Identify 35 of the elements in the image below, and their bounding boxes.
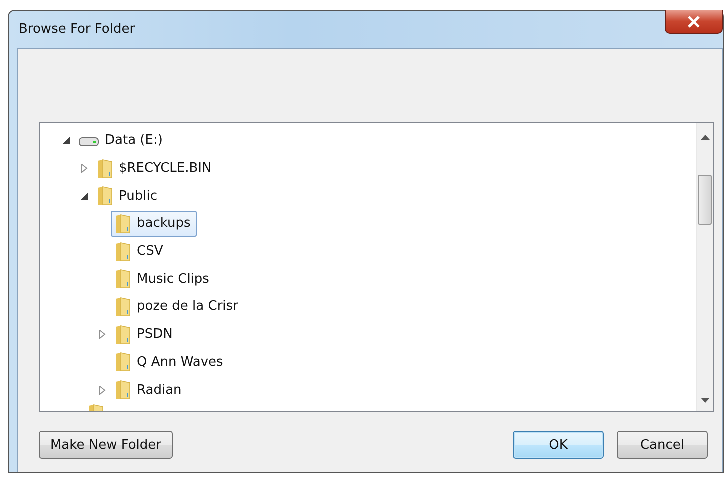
tree-item[interactable]: Q Ann Waves [111,349,230,376]
folder-icon [115,269,131,290]
window-title: Browse For Folder [19,22,136,37]
expand-arrow-icon[interactable] [98,386,107,395]
make-new-folder-button[interactable]: Make New Folder [39,431,173,459]
tree-item[interactable]: PSDN [111,322,179,348]
folder-icon [115,324,131,345]
tree-item[interactable]: Radian [111,377,188,404]
folder-icon [115,296,131,317]
expand-arrow-icon[interactable] [80,164,89,174]
tree-item[interactable]: poze de la Crisr [111,294,244,320]
tree-item[interactable]: $RECYCLE.BIN [93,156,218,182]
tree-item[interactable]: CSV [111,238,170,265]
tree-item[interactable]: Data (E:) [75,130,169,152]
scroll-up-arrow-icon[interactable] [700,135,710,140]
close-button[interactable] [665,10,723,34]
collapse-arrow-icon[interactable] [80,192,89,201]
drive-icon [79,134,99,147]
tree-item[interactable]: backups [111,210,197,237]
scroll-down-arrow-icon[interactable] [700,398,710,403]
scrollbar-thumb[interactable] [698,175,712,225]
collapse-arrow-icon[interactable] [62,136,71,146]
dialog-button[interactable]: OK [513,431,604,459]
folder-icon [115,352,131,372]
expand-arrow-icon[interactable] [98,330,107,340]
folder-icon [115,242,131,262]
dialog-button[interactable]: Cancel [617,431,708,459]
tree-item[interactable]: Public [93,183,164,210]
tree-item[interactable]: Music Clips [111,266,216,292]
close-icon [687,16,701,28]
folder-icon [97,158,113,179]
folder-icon [97,186,113,206]
folder-icon [115,214,131,234]
folder-icon [115,380,131,400]
scrollbar[interactable] [696,123,713,411]
